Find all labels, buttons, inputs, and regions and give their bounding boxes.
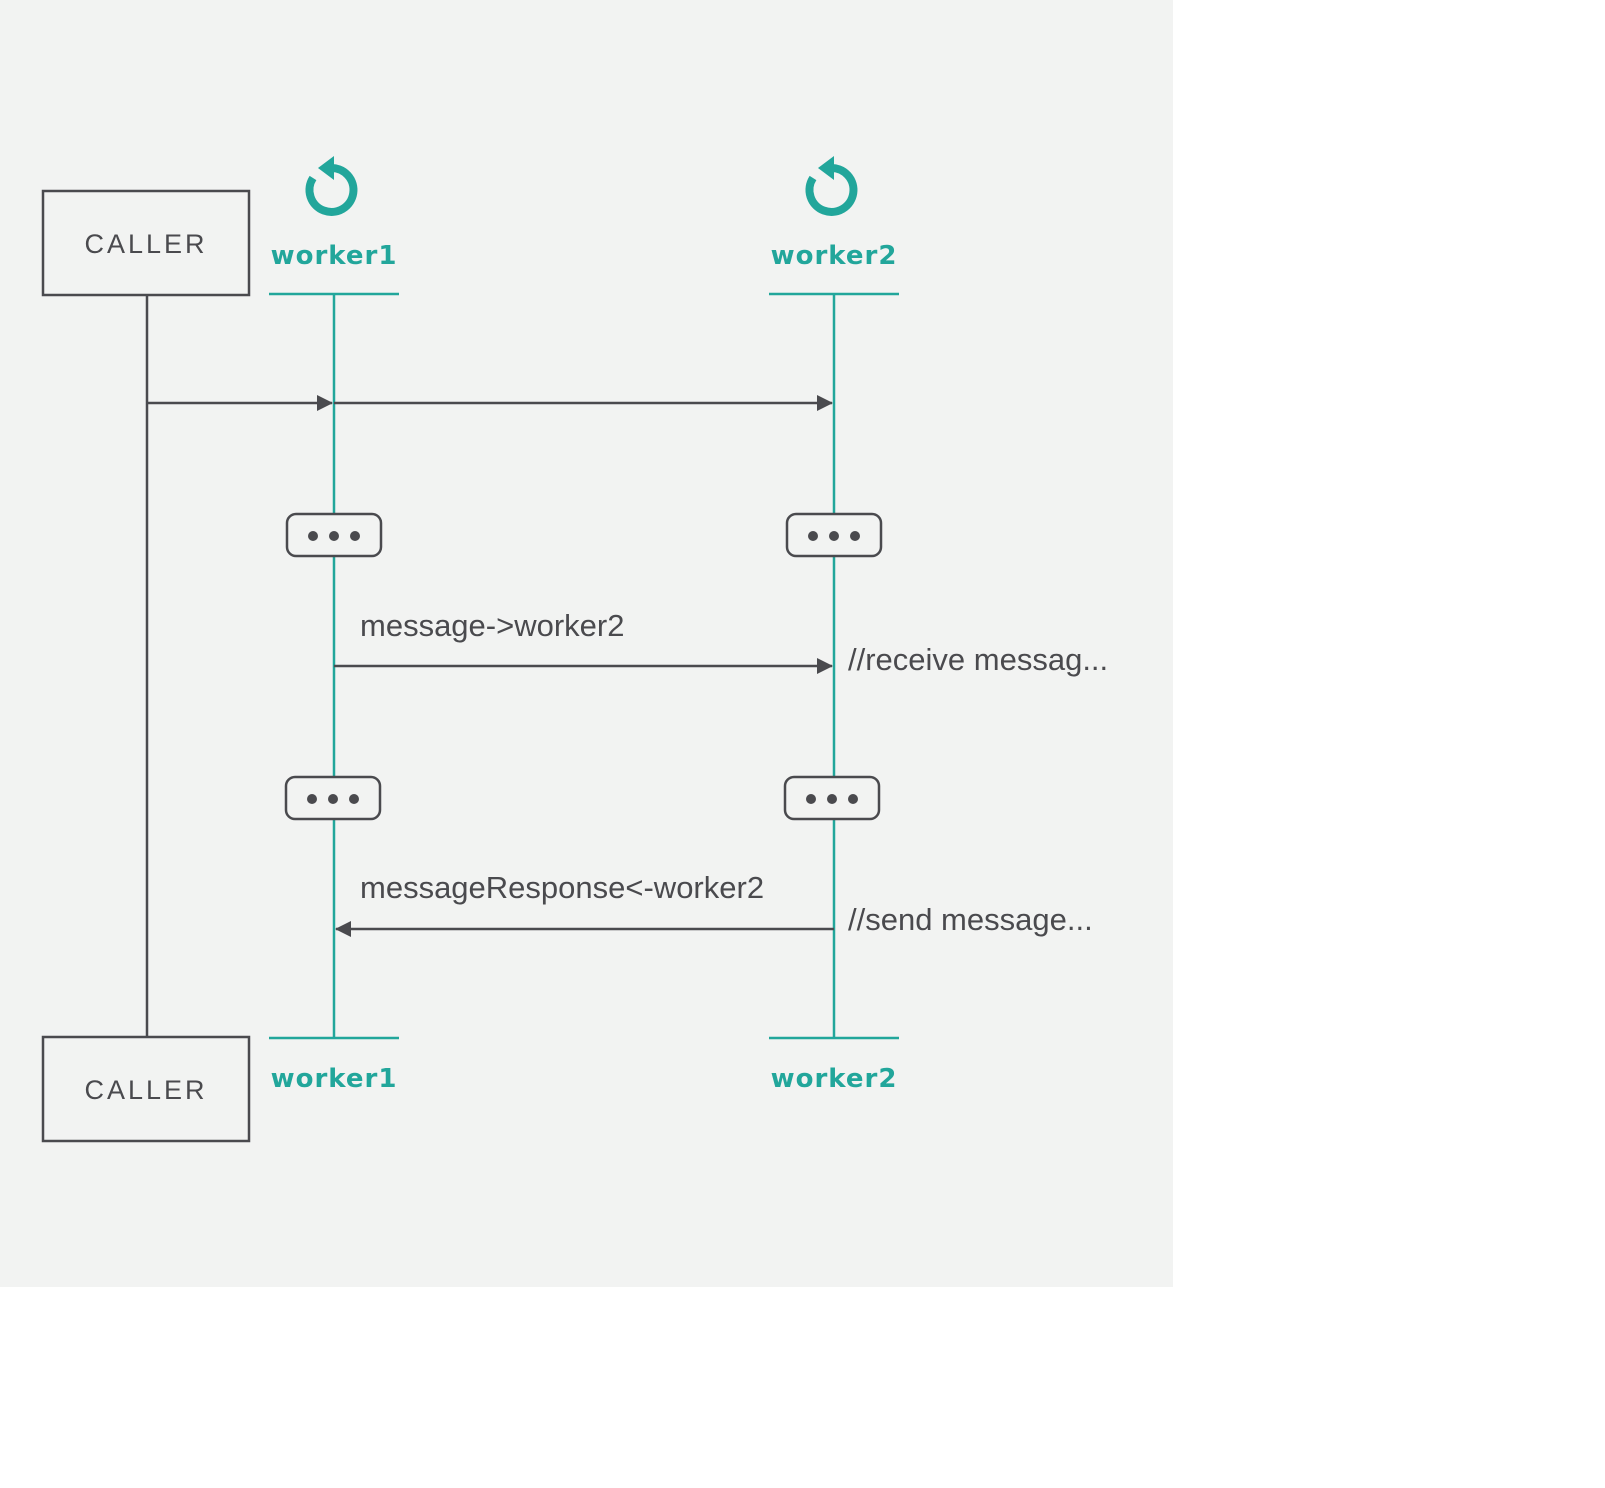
note-send-message: //send message... xyxy=(848,902,1093,937)
worker2-footer[interactable]: worker2 xyxy=(769,1036,899,1094)
ellipsis-icon xyxy=(806,794,858,804)
worker2-top-label: worker2 xyxy=(771,241,898,271)
rotate-ccw-icon xyxy=(805,156,858,216)
message-label-to-worker2: message->worker2 xyxy=(360,608,624,643)
sequence-diagram: CALLER CALLER worker1 worker2 message->w… xyxy=(41,156,1108,1143)
ellipsis-icon xyxy=(307,794,359,804)
worker1-top-label: worker1 xyxy=(271,241,398,271)
ellipsis-icon xyxy=(308,531,360,541)
worker2-header[interactable]: worker2 xyxy=(769,156,899,296)
ellipsis-icon xyxy=(808,531,860,541)
gap-box-worker1-2[interactable] xyxy=(284,775,382,821)
worker1-bottom-label: worker1 xyxy=(271,1064,398,1094)
worker1-header[interactable]: worker1 xyxy=(269,156,399,296)
gap-box-worker2-1[interactable] xyxy=(785,512,883,558)
caller-top-box[interactable]: CALLER xyxy=(41,189,251,297)
note-receive-message: //receive messag... xyxy=(848,642,1108,677)
worker2-bottom-label: worker2 xyxy=(771,1064,898,1094)
gap-box-worker1-1[interactable] xyxy=(285,512,383,558)
caller-top-label: CALLER xyxy=(84,229,207,259)
rotate-ccw-icon xyxy=(305,156,358,216)
caller-bottom-label: CALLER xyxy=(84,1075,207,1105)
worker1-footer[interactable]: worker1 xyxy=(269,1036,399,1094)
gap-box-worker2-2[interactable] xyxy=(783,775,881,821)
message-label-response: messageResponse<-worker2 xyxy=(360,870,764,905)
caller-bottom-box[interactable]: CALLER xyxy=(41,1035,251,1143)
